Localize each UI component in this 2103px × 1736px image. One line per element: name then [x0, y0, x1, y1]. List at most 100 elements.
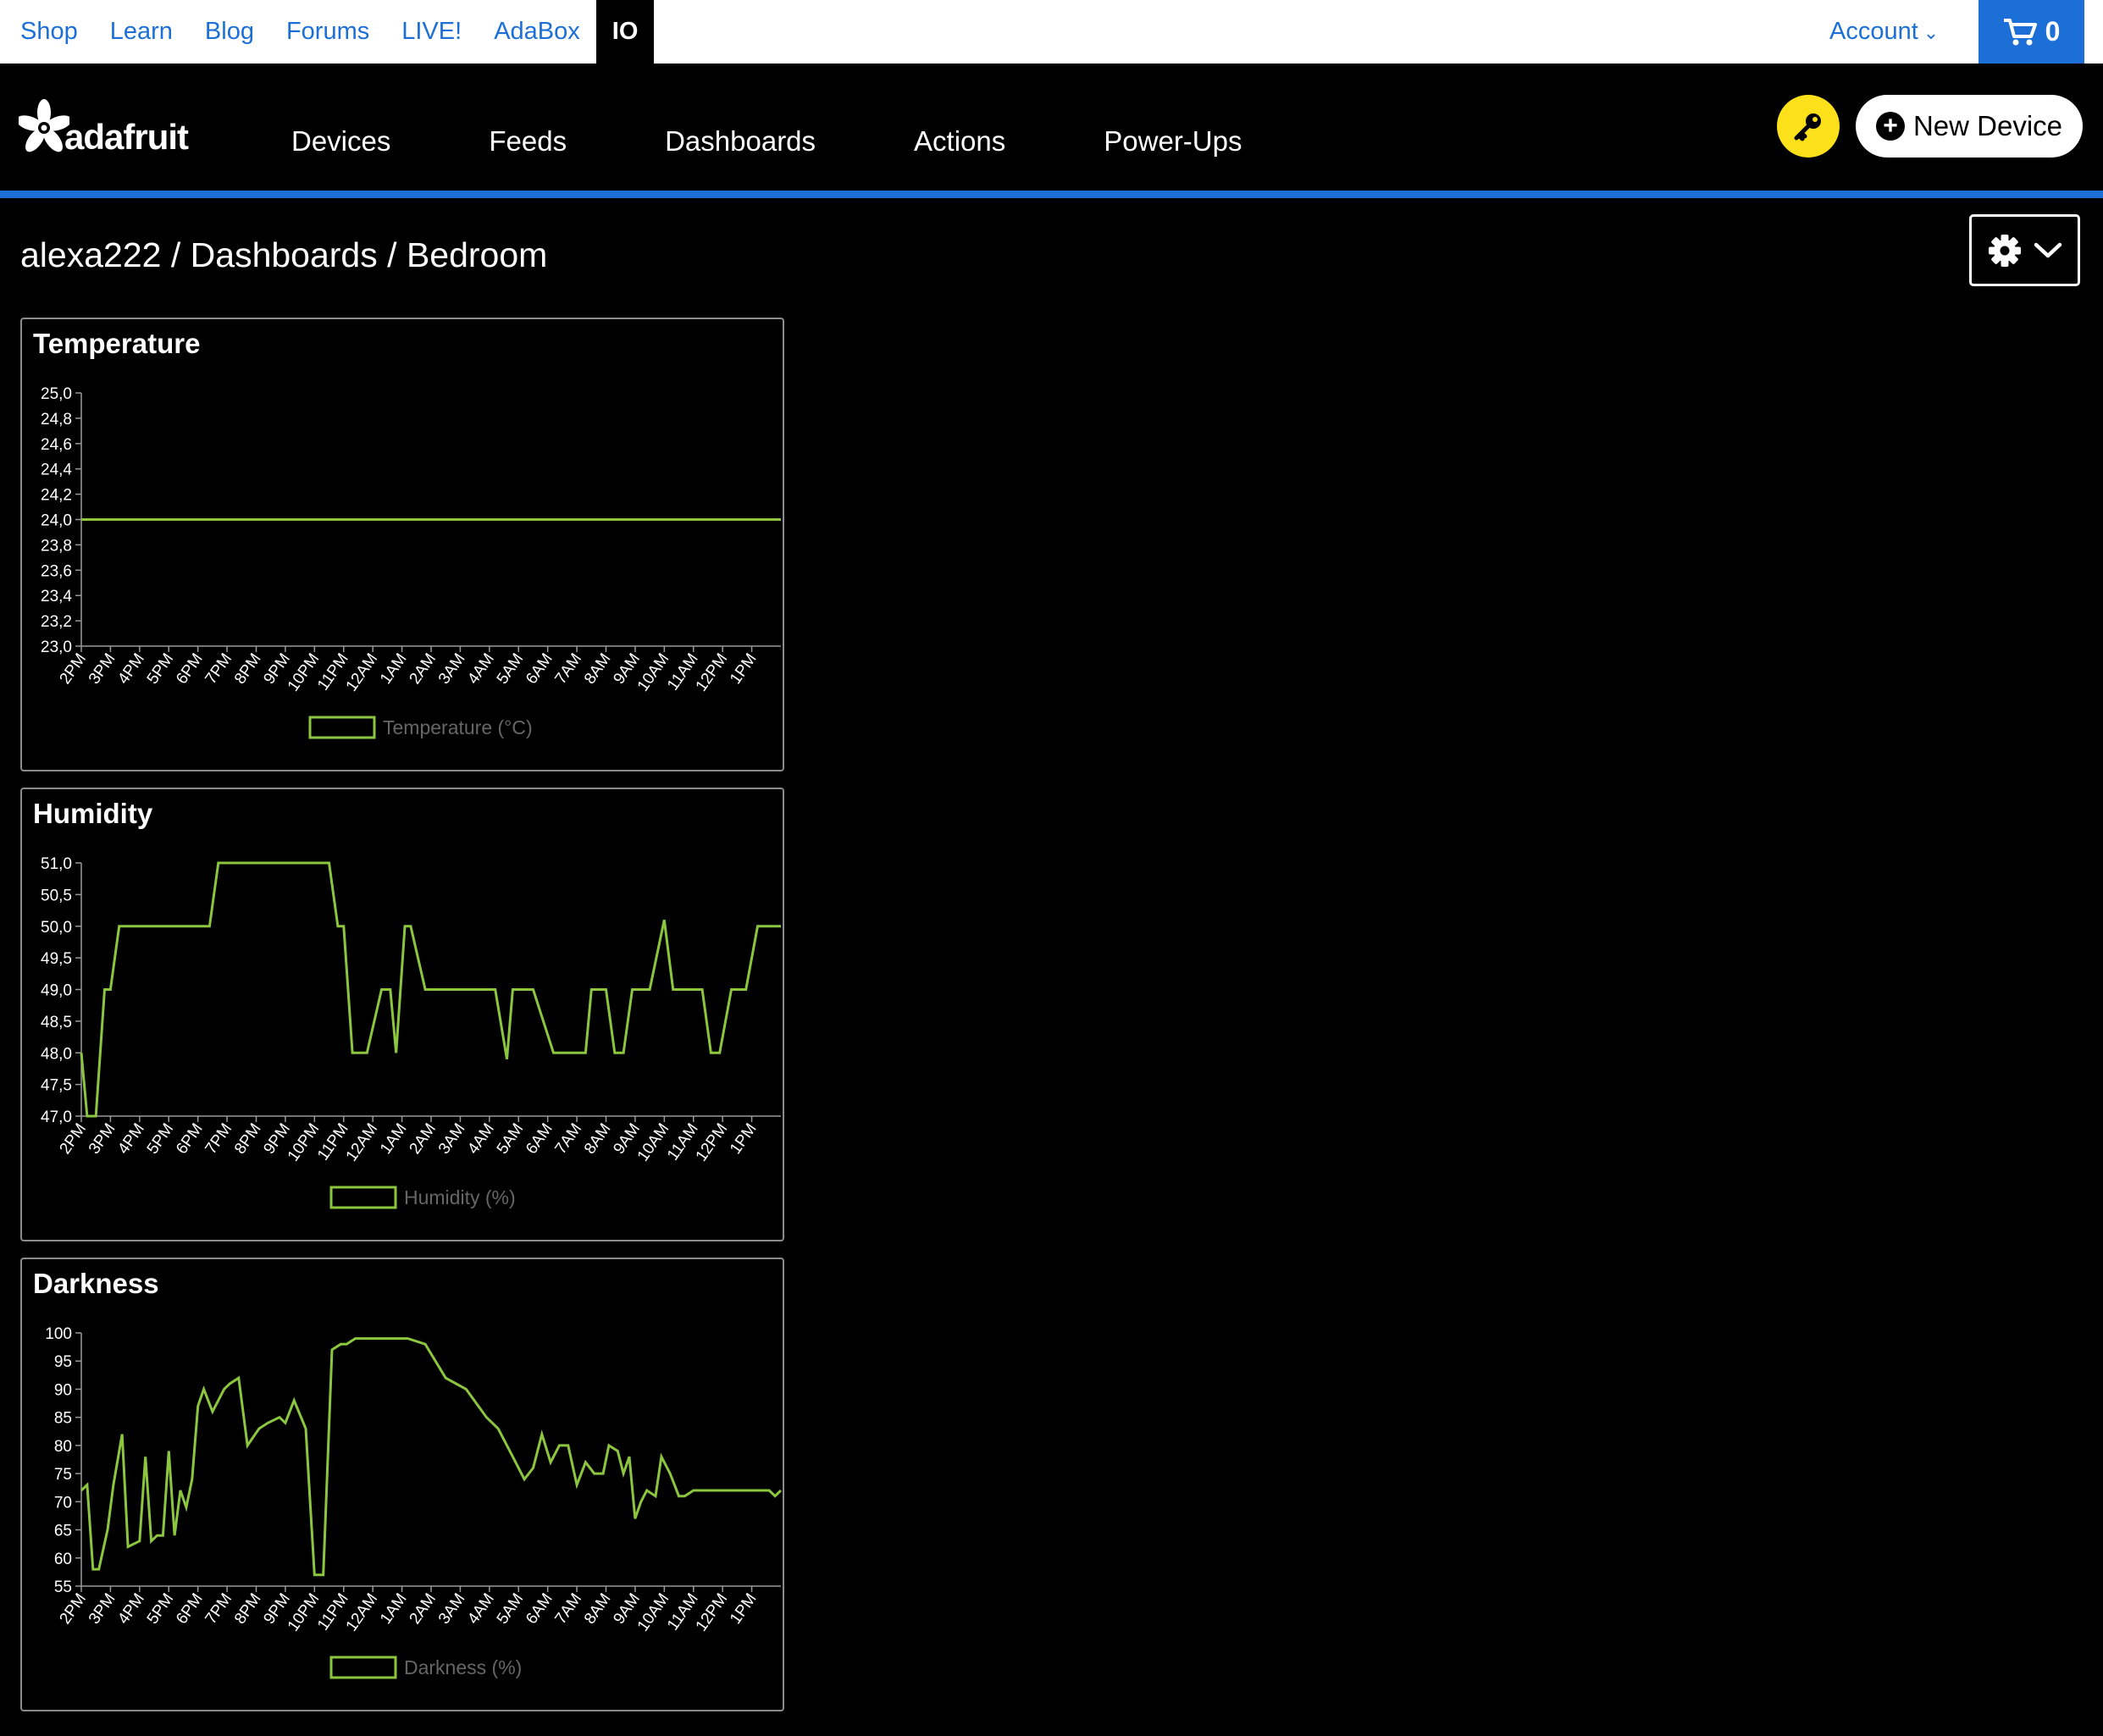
- x-tick-label: 8PM: [231, 1590, 265, 1628]
- io-link[interactable]: IO: [595, 0, 655, 64]
- y-tick-label: 50,0: [41, 919, 72, 937]
- nav-devices[interactable]: Devices: [291, 125, 390, 158]
- logo-wordmark: adafruit: [64, 117, 189, 157]
- x-tick-label: 4AM: [464, 650, 498, 688]
- x-tick-label: 2AM: [406, 1120, 440, 1158]
- dashboard-settings-button[interactable]: [1969, 214, 2080, 286]
- breadcrumb-dashboards[interactable]: Dashboards: [191, 235, 378, 274]
- account-menu[interactable]: Account ⌄: [1829, 0, 1939, 64]
- cart-button[interactable]: 0: [1978, 0, 2084, 64]
- x-tick-label: 7AM: [552, 1120, 586, 1158]
- y-tick-label: 95: [54, 1353, 72, 1371]
- legend-swatch[interactable]: [329, 1656, 397, 1679]
- x-tick-label: 6AM: [523, 1590, 556, 1628]
- darkness-chart-panel: Darkness 100 95 90 85 80 75 70 65 60 55 2PM 3PM 4PM 5…: [20, 1258, 784, 1711]
- y-tick-label: 50,5: [41, 887, 72, 904]
- x-tick-label: 6PM: [173, 1120, 207, 1158]
- x-tick-label: 12PM: [693, 1120, 732, 1165]
- legend-label[interactable]: Humidity (%): [404, 1186, 516, 1208]
- y-tick-label: 23,4: [41, 588, 72, 605]
- x-tick-label: 8AM: [581, 650, 615, 688]
- darkness-chart: 1009590858075706560552PM3PM4PM5PM6PM7PM8…: [45, 1325, 783, 1679]
- new-device-label: New Device: [1912, 110, 2063, 141]
- x-tick-label: 6AM: [523, 1120, 556, 1158]
- x-tick-label: 10AM: [634, 650, 673, 695]
- x-tick-label: 7PM: [202, 1120, 236, 1158]
- x-tick-label: 12AM: [343, 650, 382, 695]
- nav-actions[interactable]: Actions: [914, 125, 1005, 158]
- forums-link[interactable]: Forums: [270, 0, 385, 64]
- adafruit-logo[interactable]: adafruit: [19, 95, 189, 158]
- account-label: Account: [1829, 18, 1918, 45]
- y-tick-label: 51,0: [41, 855, 72, 873]
- legend-label[interactable]: Temperature (°C): [383, 716, 533, 738]
- x-tick-label: 12PM: [693, 1590, 732, 1635]
- nav-dashboards[interactable]: Dashboards: [665, 125, 816, 158]
- x-tick-label: 3PM: [86, 1590, 119, 1628]
- y-tick-label: 24,6: [41, 436, 72, 454]
- plus-circle-icon: +: [1875, 112, 1905, 141]
- series-line: [80, 861, 781, 1118]
- y-tick-label: 23,0: [41, 639, 72, 656]
- x-tick-label: 1AM: [377, 1590, 411, 1628]
- y-tick-label: 90: [54, 1381, 72, 1399]
- y-tick-label: 48,0: [41, 1045, 72, 1063]
- legend-label[interactable]: Darkness (%): [404, 1656, 522, 1678]
- y-tick-label: 65: [54, 1523, 72, 1540]
- primary-nav: Devices Feeds Dashboards Actions Power-U…: [291, 125, 1340, 158]
- temperature-chart: 25,0 24,8 24,6 24,4 24,2 24,0 23,8 23,6 23,4 23,2…: [41, 385, 781, 739]
- x-tick-label: 10PM: [285, 1590, 324, 1635]
- flower-logo-icon: [19, 99, 69, 152]
- nav-power-ups[interactable]: Power-Ups: [1104, 125, 1242, 158]
- api-key-button[interactable]: [1777, 95, 1840, 158]
- x-tick-label: 4PM: [114, 650, 148, 688]
- chevron-down-icon: [2034, 242, 2061, 257]
- x-tick-label: 3AM: [435, 1590, 469, 1628]
- live-link[interactable]: LIVE!: [385, 0, 478, 64]
- x-tick-label: 8PM: [231, 650, 265, 688]
- humidity-chart: 51,050,550,049,549,048,548,047,547,02PM3…: [41, 855, 781, 1209]
- x-tick-label: 7PM: [202, 650, 236, 688]
- y-tick-label: 85: [54, 1410, 72, 1428]
- x-tick-label: 5PM: [144, 650, 178, 688]
- x-tick-label: 3PM: [86, 650, 119, 688]
- y-tick-label: 47,5: [41, 1077, 72, 1095]
- x-tick-label: 1PM: [727, 1120, 761, 1158]
- shop-link[interactable]: Shop: [0, 0, 94, 64]
- learn-link[interactable]: Learn: [94, 0, 189, 64]
- blog-link[interactable]: Blog: [189, 0, 270, 64]
- x-tick-label: 2AM: [406, 1590, 440, 1628]
- x-tick-label: 12PM: [693, 650, 732, 695]
- y-tick-label: 48,5: [41, 1014, 72, 1031]
- breadcrumb: alexa222 / Dashboards / Bedroom: [20, 235, 547, 275]
- x-tick-label: 12AM: [343, 1120, 382, 1165]
- x-tick-label: 8AM: [581, 1590, 615, 1628]
- x-tick-label: 8PM: [231, 1120, 265, 1158]
- x-tick-label: 1PM: [727, 1590, 761, 1628]
- x-tick-label: 10PM: [285, 1120, 324, 1165]
- adabox-link[interactable]: AdaBox: [478, 0, 596, 64]
- y-tick-label: 25,0: [41, 385, 72, 403]
- y-tick-label: 75: [54, 1466, 72, 1484]
- x-tick-label: 10PM: [285, 650, 324, 695]
- x-tick-label: 5AM: [494, 1120, 528, 1158]
- x-tick-label: 7AM: [552, 1590, 586, 1628]
- y-tick-label: 55: [54, 1578, 72, 1596]
- y-tick-label: 100: [45, 1325, 72, 1343]
- y-tick-label: 80: [54, 1438, 72, 1456]
- x-tick-label: 5AM: [494, 1590, 528, 1628]
- x-tick-label: 4PM: [114, 1590, 148, 1628]
- chevron-down-icon: ⌄: [1923, 22, 1940, 43]
- legend-swatch[interactable]: [308, 716, 376, 739]
- x-tick-label: 4PM: [114, 1120, 148, 1158]
- x-tick-label: 1AM: [377, 1120, 411, 1158]
- y-tick-label: 24,2: [41, 487, 72, 505]
- legend-swatch[interactable]: [329, 1186, 397, 1209]
- new-device-button[interactable]: + New Device: [1856, 95, 2083, 158]
- y-tick-label: 23,8: [41, 537, 72, 555]
- breadcrumb-user[interactable]: alexa222: [20, 235, 161, 274]
- nav-feeds[interactable]: Feeds: [489, 125, 567, 158]
- key-icon: [1794, 113, 1821, 141]
- x-tick-label: 12AM: [343, 1590, 382, 1635]
- humidity-chart-panel: Humidity 51,0 50,5 50,0 49,5 49,0 48,5 48,0 47,…: [20, 788, 784, 1241]
